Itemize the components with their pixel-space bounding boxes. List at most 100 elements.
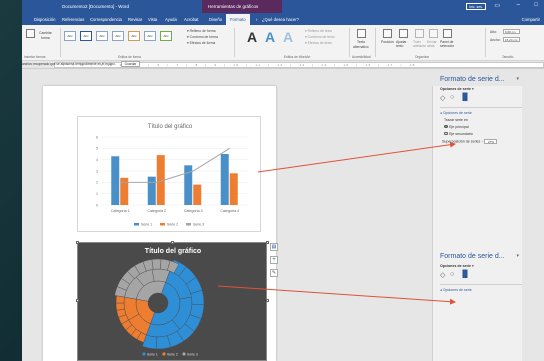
height-input[interactable]: 9,68 cm [503,29,520,34]
shape-style-4[interactable]: Abc [112,31,124,41]
shape-style-6[interactable]: Abc [144,31,156,41]
legend-swatch [182,352,186,356]
radio-icon[interactable] [444,131,448,136]
close-icon[interactable]: ▾ [516,253,519,259]
tab-disposicion[interactable]: Disposición [34,17,55,22]
shape-fill-button[interactable]: ▾ Relleno de forma [187,29,215,33]
legend-swatch [142,352,146,356]
series-options-section[interactable]: ◂ Opciones de serie [440,111,522,115]
bring-forward-icon[interactable] [415,29,424,38]
shape-style-2[interactable]: Abc [80,31,92,41]
chart-elements-icon[interactable]: + [270,256,278,264]
wrap-text-icon[interactable] [399,29,408,38]
tab-ayuda[interactable]: Ayuda [165,17,177,22]
shape-outline-button[interactable]: ▾ Contorno de forma [187,35,218,39]
radio-selected-icon[interactable] [444,124,448,129]
column-chart[interactable]: Título del gráfico 0 1 2 3 4 5 6 Categoría 1 Ca… [77,116,261,232]
tell-me-search[interactable]: ¿Qué desea hacer? [262,17,299,22]
alt-text-label-2[interactable]: alternativo [353,45,369,49]
text-fill-button[interactable]: ▾ Relleno de texto [305,29,332,33]
tab-referencias[interactable]: Referencias [62,17,84,22]
group-wordart: Estilos de WordArt [284,55,311,59]
shape-style-3[interactable]: Abc [96,31,108,41]
send-backward-button[interactable]: Enviar atrás [427,40,441,48]
chart-tools-title: Herramientas de gráficos [202,0,282,13]
series-options-icon[interactable]: ▐▌ [460,94,470,101]
bar [220,154,229,205]
recovery-notice: archivo recuperado que se almacena tempo… [22,61,141,67]
series-options-section[interactable]: ◂ Opciones de serie [440,288,522,292]
send-backward-icon[interactable] [429,29,438,38]
minimize-icon[interactable]: – [517,2,520,8]
tab-diseno[interactable]: Diseño [209,17,222,22]
y-tick-label: 6 [96,135,98,139]
resize-handle[interactable] [76,299,79,302]
shape-style-5[interactable]: Abc [128,31,140,41]
wordart-style-2[interactable]: A [265,29,275,45]
group-insert-shapes: Insertar formas [24,55,46,59]
tab-revisar[interactable]: Revisar [128,17,142,22]
column-chart-title[interactable]: Título del gráfico [148,124,193,130]
fill-line-icon[interactable]: ◇ [440,271,445,279]
pane-icon-row: ◇ ○ ▐▌ [440,93,522,103]
shape-style-7[interactable]: Abc [160,31,172,41]
text-outline-button[interactable]: ▾ Contorno de texto [305,35,335,39]
primary-axis-radio[interactable]: Eje principal [440,125,522,129]
chart-styles-icon[interactable]: ✎ [270,269,278,277]
y-tick-label: 2 [96,181,98,185]
position-button[interactable]: Posición [381,40,394,44]
sign-in-button[interactable]: Inic. ses. [466,3,486,10]
legend-label: Serie 3 [193,223,204,227]
format-series-pane-bottom: Formato de serie d... ▾ Opciones de seri… [440,253,522,292]
resize-handle[interactable] [171,241,174,244]
tab-formato[interactable]: Formato [226,14,250,25]
series-options-dropdown[interactable]: Opciones de serie ▾ [440,264,522,268]
wrap-text-button[interactable]: Ajustar texto [396,40,410,48]
series-overlap-input[interactable]: 27% [484,138,498,144]
alt-text-label[interactable]: Texto [357,40,365,44]
effects-icon[interactable]: ○ [450,271,454,278]
save-button[interactable]: Guardar [120,61,141,67]
ribbon-display-icon[interactable]: ▭ [494,2,500,9]
text-effects-button[interactable]: ▾ Efectos de texto [305,41,332,45]
selection-pane-button[interactable]: Panel de selección [440,40,456,48]
series-options-icon[interactable]: ▐▌ [460,271,470,278]
separator [60,28,61,57]
sunburst-chart[interactable]: Título del gráfico Serie 1 Serie 2 Serie 3 [77,242,267,361]
series-options-dropdown[interactable]: Opciones de serie ▾ [440,87,522,91]
sunburst-chart-title[interactable]: Título del gráfico [145,248,201,255]
wordart-style-3[interactable]: A [283,29,293,45]
tab-vista[interactable]: Vista [148,17,157,22]
legend-label: Serie 3 [187,352,198,356]
y-tick-label: 1 [96,192,98,196]
shapes-gallery-icon[interactable] [26,29,35,38]
wordart-style-1[interactable]: A [247,29,257,45]
secondary-axis-radio[interactable]: Eje secundario [440,132,522,136]
tab-acrobat[interactable]: Acrobat [184,17,198,22]
resize-handle[interactable] [76,241,79,244]
effects-icon[interactable]: ○ [450,94,454,101]
shape-effects-button[interactable]: ▾ Efectos de forma [187,41,215,45]
width-input[interactable]: 15,24 cm [503,37,520,42]
resize-handle[interactable] [266,241,269,244]
legend-swatch [134,223,139,226]
change-shape-label[interactable]: Cambiar [39,31,52,35]
change-shape-label-2[interactable]: forma [41,36,50,40]
fill-line-icon[interactable]: ◇ [440,94,445,102]
selection-pane-icon[interactable] [443,29,452,38]
divider [440,107,522,108]
position-icon[interactable] [383,29,392,38]
share-button[interactable]: Compartir [522,17,540,22]
tab-correspondencia[interactable]: Correspondencia [90,17,122,22]
sunburst-segment [115,302,125,311]
layout-options-icon[interactable]: ▤ [270,243,278,251]
format-series-pane-top: Formato de serie d... ▾ Opciones de seri… [440,76,522,144]
bring-forward-button[interactable]: Traer adelante [413,40,427,48]
resize-handle[interactable] [266,299,269,302]
legend-label: Serie 2 [167,352,178,356]
shape-style-1[interactable]: Abc [64,31,76,41]
y-tick-label: 4 [96,158,98,162]
maximize-icon[interactable]: □ [534,2,538,8]
alt-text-icon[interactable] [357,29,366,38]
close-icon[interactable]: ▾ [516,76,519,82]
